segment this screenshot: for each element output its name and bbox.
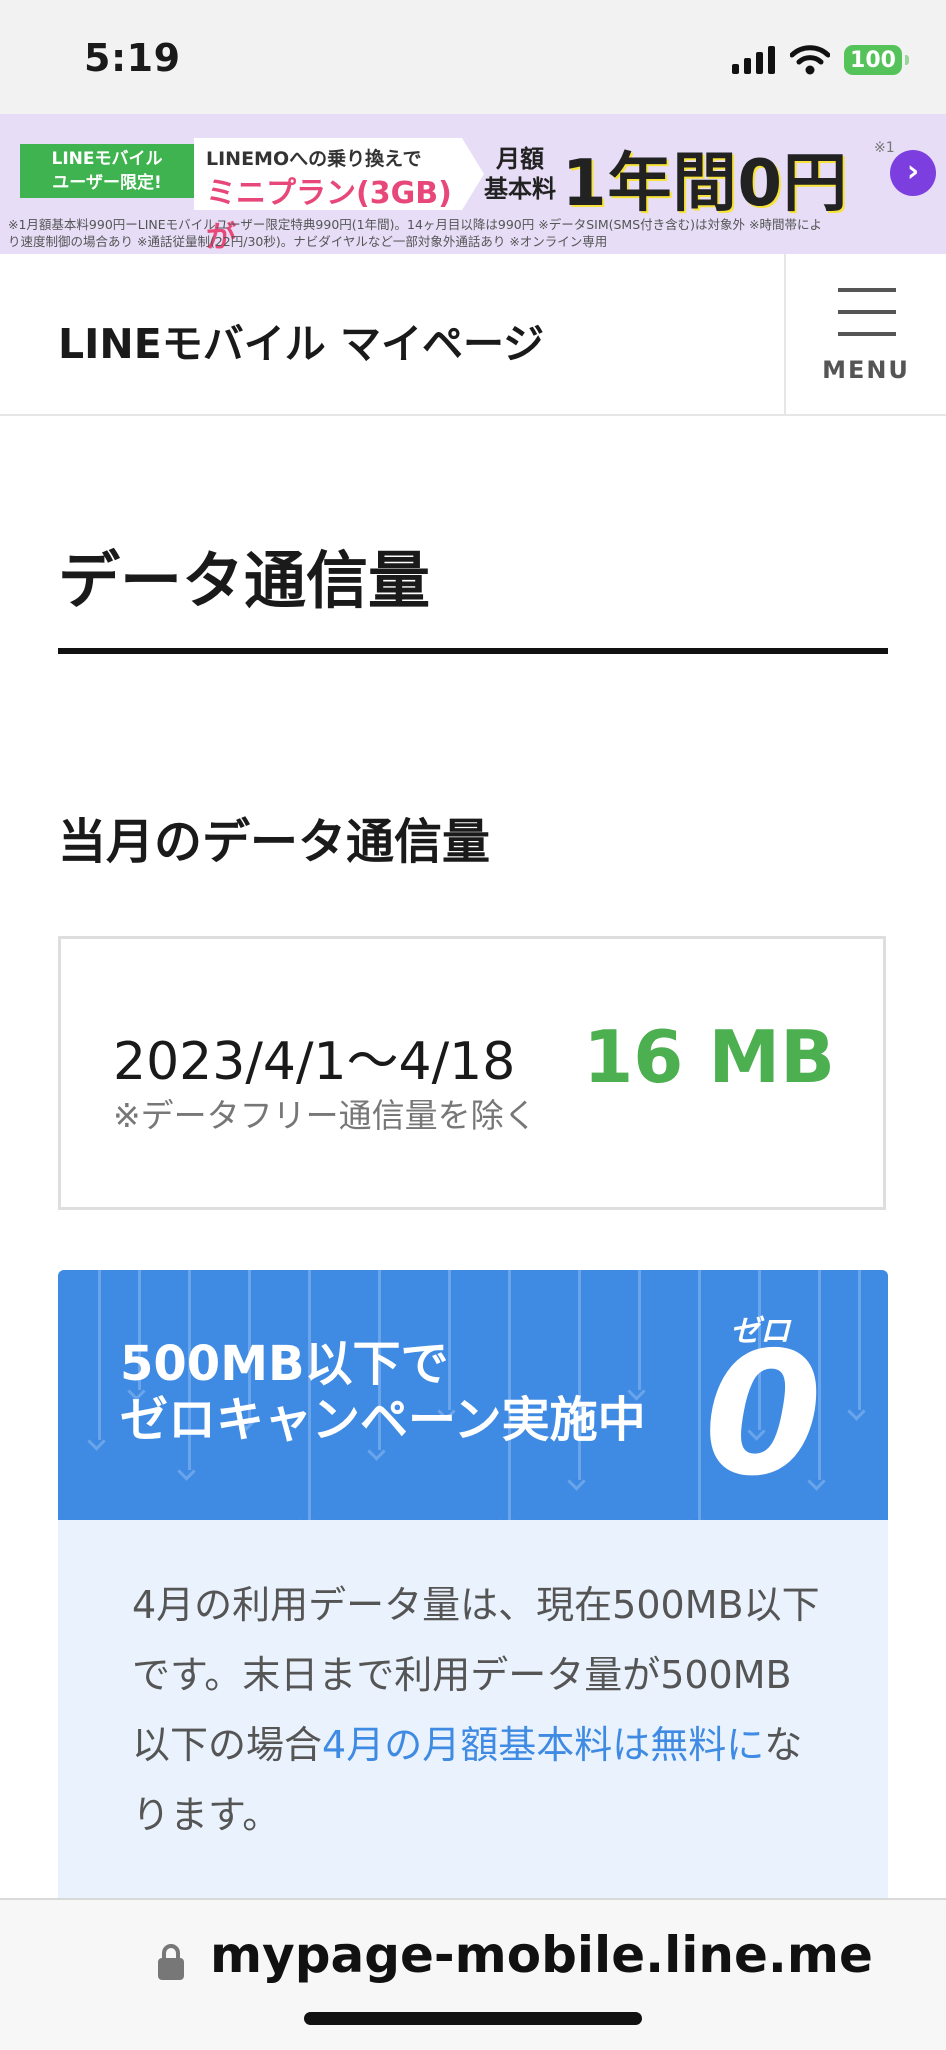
decor-arrow <box>698 1270 701 1520</box>
usage-card: 2023/4/1〜4/18 ※データフリー通信量を除く 16 MB <box>58 936 886 1210</box>
banner-fine-print: ※1月額基本料990円ーLINEモバイルユーザー限定特典990円(1年間)。14… <box>8 216 946 250</box>
campaign-description: 4月の利用データ量は、現在500MB以下です。末日まで利用データ量が500MB以… <box>58 1520 888 1900</box>
banner-next-chevron-icon[interactable]: › <box>890 150 936 196</box>
status-time: 5:19 <box>84 36 181 80</box>
banner-monthly-label: 月額 基本料 <box>484 144 556 204</box>
campaign-line1: 500MB以下で <box>120 1336 449 1392</box>
banner-badge-line1: LINEモバイル <box>51 149 163 169</box>
home-indicator[interactable] <box>304 2012 642 2025</box>
lock-icon <box>158 1944 184 1980</box>
decor-arrow <box>858 1270 861 1410</box>
promo-banner[interactable]: LINEモバイル ユーザー限定! LINEMOへの乗り換えで ミニプラン(3GB… <box>0 114 946 254</box>
usage-period: 2023/4/1〜4/18 <box>113 1032 516 1092</box>
decor-arrow <box>98 1270 101 1440</box>
title-divider <box>58 648 888 654</box>
campaign-headline: 500MB以下で ゼロキャンペーン実施中 <box>120 1336 646 1448</box>
cellular-signal-icon <box>732 46 775 74</box>
campaign-zero-logo: 0 <box>704 1316 823 1514</box>
banner-badge: LINEモバイル ユーザー限定! <box>20 144 194 198</box>
site-header: LINEモバイル マイページ MENU <box>0 254 946 416</box>
usage-value: 16 MB <box>583 1015 835 1099</box>
url-text[interactable]: mypage-mobile.line.me <box>210 1926 873 1984</box>
browser-url-bar[interactable]: mypage-mobile.line.me <box>0 1898 946 2050</box>
status-icons: 100 <box>732 42 909 78</box>
wifi-icon <box>790 45 830 75</box>
page-title: データ通信量 <box>58 544 431 617</box>
banner-fine-line2: り速度制御の場合あり ※通話従量制(22円/30秒)。ナビダイヤルなど一部対象外… <box>8 234 608 249</box>
banner-arrow-shape <box>462 138 484 210</box>
banner-headline: 1年間0円 <box>562 147 849 221</box>
banner-fine-line1: ※1月額基本料990円ーLINEモバイルユーザー限定特典990円(1年間)。14… <box>8 217 822 232</box>
banner-footnote-mark: ※1 <box>874 140 895 156</box>
battery-icon: 100 <box>844 45 909 75</box>
hamburger-icon <box>838 288 896 354</box>
menu-button[interactable]: MENU <box>784 254 946 414</box>
zero-campaign-banner: 500MB以下で ゼロキャンペーン実施中 ゼロ 0 <box>58 1270 888 1520</box>
banner-offer-box: LINEMOへの乗り換えで ミニプラン(3GB)が <box>194 138 462 254</box>
section-title: 当月のデータ通信量 <box>58 814 491 870</box>
campaign-line2: ゼロキャンペーン実施中 <box>120 1392 646 1448</box>
campaign-text-highlight: 4月の月額基本料は無料に <box>322 1723 765 1767</box>
site-title[interactable]: LINEモバイル マイページ <box>58 310 544 370</box>
status-bar: 5:19 100 <box>0 0 946 114</box>
campaign-description-text: 4月の利用データ量は、現在500MB以下です。末日まで利用データ量が500MB以… <box>132 1570 822 1850</box>
menu-label: MENU <box>822 356 910 384</box>
usage-note: ※データフリー通信量を除く <box>113 1096 537 1135</box>
banner-offer-line1: LINEMOへの乗り換えで <box>206 148 422 170</box>
banner-monthly-line2: 基本料 <box>484 175 556 203</box>
banner-badge-line2: ユーザー限定! <box>52 173 162 193</box>
banner-monthly-line1: 月額 <box>496 145 544 173</box>
